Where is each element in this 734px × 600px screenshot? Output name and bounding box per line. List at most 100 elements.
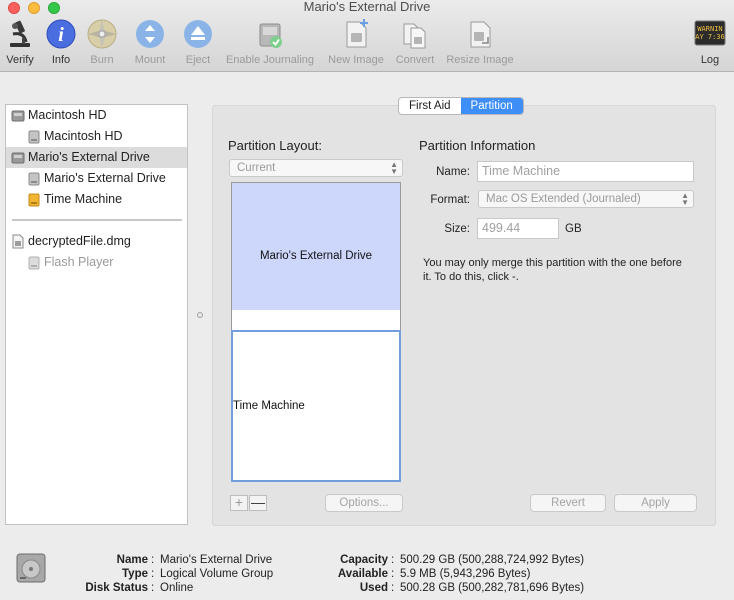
size-field-label: Size: xyxy=(444,223,470,235)
info-separator: : xyxy=(391,568,395,580)
mount-icon xyxy=(136,20,164,48)
sidebar-item-macintosh-hd-disk[interactable]: Macintosh HD xyxy=(6,105,187,126)
sidebar-item-label: Mario's External Drive xyxy=(44,171,166,185)
tab-first-aid[interactable]: First Aid xyxy=(399,98,461,114)
partition-layout-popup-value: Current xyxy=(237,162,276,174)
sidebar-divider xyxy=(12,219,182,221)
burn-disc-icon xyxy=(87,19,117,49)
info-value: Mario's External Drive xyxy=(160,554,273,566)
add-partition-button[interactable]: + xyxy=(230,495,248,511)
new-image-icon xyxy=(346,19,368,48)
sidebar-item-macintosh-hd-volume[interactable]: Macintosh HD xyxy=(6,126,187,147)
info-value: 500.28 GB (500,282,781,696 Bytes) xyxy=(400,582,585,594)
title-toolbar: Mario's External Drive Verify i Info Bur… xyxy=(0,0,734,72)
tab-partition[interactable]: Partition xyxy=(460,98,523,114)
apply-button[interactable]: Apply xyxy=(614,494,697,512)
sidebar-item-marios-external-volume[interactable]: Mario's External Drive xyxy=(6,168,187,189)
size-unit-label: GB xyxy=(565,223,582,235)
info-key: Available xyxy=(337,568,388,580)
sidebar-item-label: Flash Player xyxy=(44,255,114,269)
device-sidebar: Macintosh HD Macintosh HD Mario's Extern… xyxy=(5,104,188,525)
options-button[interactable]: Options... xyxy=(325,494,403,512)
volume-icon xyxy=(28,130,40,144)
eject-label: Eject xyxy=(185,54,211,66)
new-image-label: New Image xyxy=(328,54,384,66)
log-button[interactable]: WARNIN AY 7:36 Log xyxy=(694,18,726,68)
verify-button[interactable]: Verify xyxy=(4,18,36,68)
partition-block-label: Mario's External Drive xyxy=(259,250,373,262)
log-label: Log xyxy=(700,54,720,66)
name-field-label: Name: xyxy=(436,166,470,178)
remove-partition-button[interactable]: — xyxy=(249,495,267,511)
burn-label: Burn xyxy=(90,54,114,66)
partition-block-label: Time Machine xyxy=(233,400,305,412)
convert-button[interactable]: Convert xyxy=(393,18,437,68)
partition-size-field[interactable]: 499.44 xyxy=(477,218,559,239)
partition-format-value: Mac OS Extended (Journaled) xyxy=(486,193,641,205)
volume-icon xyxy=(28,256,40,270)
sidebar-item-label: Macintosh HD xyxy=(44,129,123,143)
disk-image-icon xyxy=(12,234,24,249)
log-console-icon: WARNIN AY 7:36 xyxy=(694,20,726,46)
eject-icon xyxy=(184,20,212,48)
sidebar-item-decrypted-file-dmg[interactable]: decryptedFile.dmg xyxy=(6,231,187,252)
hard-drive-icon xyxy=(11,152,25,164)
partition-information-heading: Partition Information xyxy=(419,138,536,153)
enable-journaling-button[interactable]: Enable Journaling xyxy=(222,18,318,68)
sidebar-item-time-machine[interactable]: Time Machine xyxy=(6,189,187,210)
partition-layout-heading: Partition Layout: xyxy=(228,138,322,153)
revert-button[interactable]: Revert xyxy=(530,494,606,512)
mount-label: Mount xyxy=(134,54,166,66)
new-image-button[interactable]: New Image xyxy=(325,18,387,68)
partition-format-popup[interactable]: Mac OS Extended (Journaled) ▲ ▼ xyxy=(478,190,694,208)
sidebar-item-flash-player[interactable]: Flash Player xyxy=(6,252,187,273)
verify-label: Verify xyxy=(6,54,34,66)
chevron-updown-icon: ▲ ▼ xyxy=(390,160,398,176)
info-separator: : xyxy=(151,568,155,580)
burn-button[interactable]: Burn xyxy=(86,18,118,68)
mount-button[interactable]: Mount xyxy=(131,18,169,68)
split-view-handle[interactable] xyxy=(197,312,203,318)
resize-image-button[interactable]: Resize Image xyxy=(443,18,517,68)
sidebar-item-label: Mario's External Drive xyxy=(28,150,150,164)
resize-image-label: Resize Image xyxy=(446,54,514,66)
enable-journaling-label: Enable Journaling xyxy=(225,54,315,66)
info-key: Capacity xyxy=(340,554,388,566)
info-separator: : xyxy=(151,582,155,594)
info-key: Disk Status xyxy=(85,582,148,594)
partition-layout-popup[interactable]: Current ▲ ▼ xyxy=(229,159,403,177)
merge-partition-note: You may only merge this partition with t… xyxy=(423,257,682,283)
convert-label: Convert xyxy=(395,54,435,66)
resize-image-icon xyxy=(470,21,491,48)
info-button[interactable]: i Info xyxy=(44,18,78,68)
info-value: Logical Volume Group xyxy=(160,568,274,580)
sidebar-item-marios-external-disk[interactable]: Mario's External Drive xyxy=(6,147,187,168)
window-title: Mario's External Drive xyxy=(303,0,431,14)
chevron-updown-icon: ▲ ▼ xyxy=(681,191,689,207)
journaling-disk-icon xyxy=(259,23,282,48)
eject-button[interactable]: Eject xyxy=(182,18,214,68)
tab-control: First Aid Partition xyxy=(398,97,524,115)
info-key: Name xyxy=(116,554,148,566)
format-field-label: Format: xyxy=(430,194,470,206)
time-machine-volume-icon xyxy=(28,193,40,207)
microscope-icon xyxy=(10,20,30,47)
info-key: Used xyxy=(359,582,388,594)
convert-icon xyxy=(403,23,426,49)
hard-drive-icon xyxy=(16,553,46,583)
log-icon-line-1: WARNIN xyxy=(697,25,722,33)
volume-icon xyxy=(28,172,40,186)
info-separator: : xyxy=(151,554,155,566)
info-key: Type xyxy=(122,568,148,580)
info-separator: : xyxy=(391,582,395,594)
info-value: Online xyxy=(160,582,194,594)
partition-map: Mario's External Drive Time Machine xyxy=(231,182,401,482)
partition-block-marios-external-drive[interactable]: Mario's External Drive xyxy=(232,183,400,310)
log-icon-line-2: AY 7:36 xyxy=(695,33,725,41)
sidebar-item-label: decryptedFile.dmg xyxy=(28,234,131,248)
hard-drive-icon xyxy=(11,110,25,122)
partition-name-field[interactable]: Time Machine xyxy=(477,161,694,182)
sidebar-item-label: Time Machine xyxy=(44,192,123,206)
partition-block-time-machine[interactable]: Time Machine xyxy=(231,330,401,482)
sidebar-item-label: Macintosh HD xyxy=(28,108,107,122)
